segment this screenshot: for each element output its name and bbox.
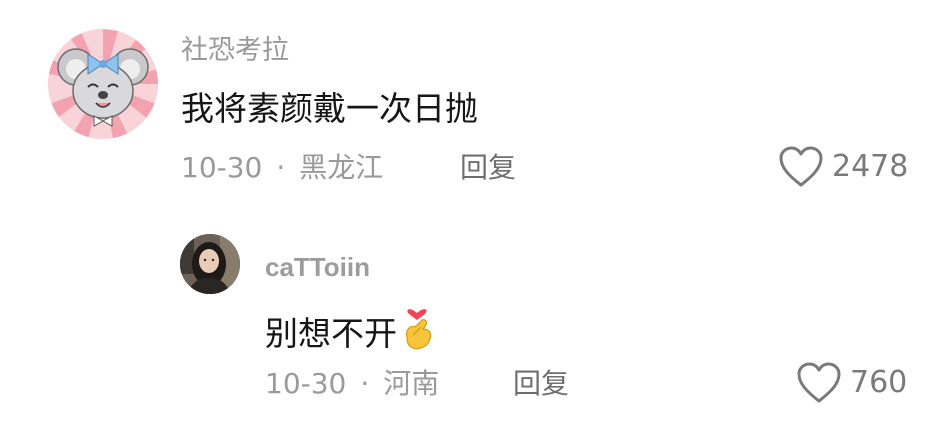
comment-meta: 10-30 · 河南 xyxy=(265,370,439,398)
separator-dot: · xyxy=(276,151,286,184)
comment-location: 黑龙江 xyxy=(299,151,384,184)
comment-text: 别想不开 xyxy=(265,305,435,356)
comment-date: 10-30 xyxy=(181,151,263,184)
like-button[interactable]: 760 xyxy=(796,362,907,404)
comment-date: 10-30 xyxy=(265,367,347,400)
username[interactable]: caTToiin xyxy=(265,254,370,280)
finger-heart-emoji xyxy=(399,305,435,356)
avatar[interactable] xyxy=(180,234,240,294)
avatar[interactable] xyxy=(48,29,158,139)
reply-button[interactable]: 回复 xyxy=(513,370,569,398)
comment-meta: 10-30 · 黑龙江 xyxy=(181,154,383,182)
person-photo-avatar-image xyxy=(180,234,240,294)
comment-text-content: 别想不开 xyxy=(265,314,397,353)
like-count: 2478 xyxy=(832,149,909,184)
reply-button[interactable]: 回复 xyxy=(460,154,516,182)
username[interactable]: 社恐考拉 xyxy=(181,37,289,64)
separator-dot: · xyxy=(360,367,370,400)
like-button[interactable]: 2478 xyxy=(778,146,908,188)
heart-outline-icon xyxy=(779,146,823,187)
heart-outline-icon xyxy=(797,362,841,403)
comment-location: 河南 xyxy=(383,367,440,400)
koala-avatar-image xyxy=(48,29,158,139)
like-count: 760 xyxy=(850,365,908,400)
comment-text: 我将素颜戴一次日抛 xyxy=(181,89,478,128)
